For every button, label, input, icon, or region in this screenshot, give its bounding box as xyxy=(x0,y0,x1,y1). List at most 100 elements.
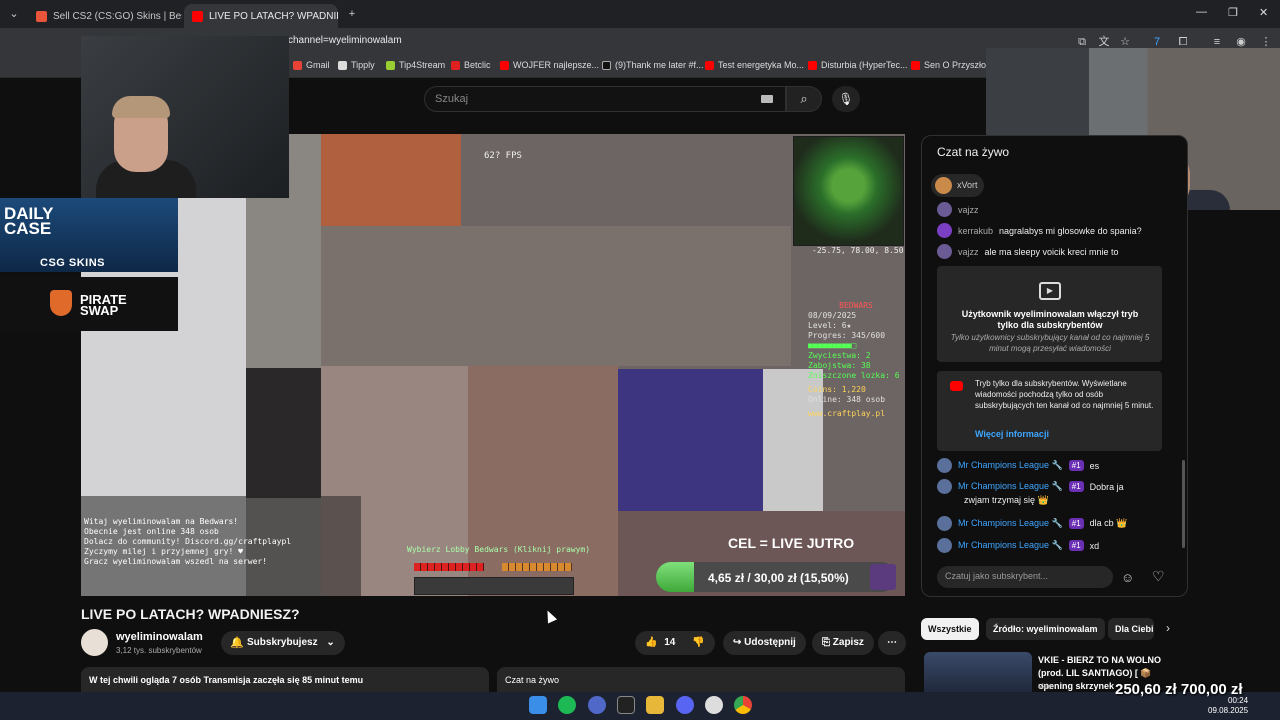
new-tab-button[interactable]: + xyxy=(344,6,360,22)
scoreboard-coins: Coins: 1,220 xyxy=(808,385,866,394)
keyboard-icon[interactable] xyxy=(761,95,773,103)
emoji-icon[interactable]: ☺ xyxy=(1121,570,1134,585)
youtube-icon xyxy=(911,60,920,70)
search-input[interactable]: Szukaj xyxy=(424,86,786,112)
member-badge: #1 xyxy=(1068,518,1084,529)
betclic-icon xyxy=(451,60,460,70)
app-icon[interactable] xyxy=(705,696,723,714)
scoreboard-progress-bar: ■■■■■■■■■□ xyxy=(808,341,857,350)
like-icon[interactable]: 👍 xyxy=(645,637,657,648)
scoreboard-wins: Zwyciestwa: 2 xyxy=(808,351,871,360)
heart-icon[interactable]: ♡ xyxy=(1152,568,1165,585)
fps-counter: 62? FPS xyxy=(484,151,522,161)
avatar xyxy=(937,538,952,553)
chevron-right-icon[interactable]: › xyxy=(1166,621,1170,635)
chat-scrollbar[interactable] xyxy=(1182,460,1185,548)
chat-message: Mr Champions League 🔧 #1 es xyxy=(937,458,1099,473)
donation-goal-icon xyxy=(870,564,896,590)
app-icon[interactable] xyxy=(588,696,606,714)
spotify-icon[interactable] xyxy=(558,696,576,714)
bookmark-disturbia[interactable]: Disturbia (HyperTec... xyxy=(808,60,908,70)
avatar xyxy=(937,458,952,473)
search-icon[interactable]: ⌕ xyxy=(786,86,822,112)
tab-sell-cs2[interactable]: Sell CS2 (CS:GO) Skins | Best CS ✕ xyxy=(28,4,182,28)
share-button[interactable]: ↪ Udostępnij xyxy=(723,631,806,655)
more-actions-button[interactable]: ⋯ xyxy=(878,631,906,655)
member-badge: #1 xyxy=(1068,540,1084,551)
goal-title: CEL = LIVE JUTRO xyxy=(728,535,855,551)
save-button[interactable]: ⎘ Zapisz xyxy=(812,631,874,655)
dislike-icon[interactable]: 👎 xyxy=(692,637,704,648)
bookmark-tiktok[interactable]: (9)Thank me later #f... xyxy=(602,60,704,70)
share-icon: ↪ xyxy=(733,637,745,648)
subscribed-button[interactable]: 🔔 Subskrybujesz ⌄ xyxy=(221,631,345,655)
tab-list-chevron-icon[interactable]: ⌄ xyxy=(6,6,22,22)
scoreboard-level: Level: 6★ xyxy=(808,321,852,330)
save-icon: ⎘ xyxy=(822,637,833,648)
chat-message: vajzz ale ma sleepy voicik kreci mnie to xyxy=(937,244,1119,259)
chat-message: Mr Champions League 🔧 #1 dla cb 👑 xyxy=(937,516,1127,531)
chip-for-you[interactable]: Dla Ciebi xyxy=(1108,618,1154,640)
recommendation-channel: vkie xyxy=(1038,682,1053,691)
video-floor-block xyxy=(468,366,618,596)
mouse-cursor xyxy=(542,608,558,624)
member-badge: #1 xyxy=(1068,460,1084,471)
play-box-icon: ▶ xyxy=(1039,282,1061,300)
more-info-link[interactable]: Więcej informacji xyxy=(975,429,1049,439)
chat-input[interactable]: Czatuj jako subskrybent... xyxy=(937,566,1113,588)
tiktok-icon xyxy=(602,60,611,70)
avatar xyxy=(937,223,952,238)
like-dislike-group: 👍 14 👎 xyxy=(635,631,715,655)
avatar xyxy=(937,244,952,259)
bookmark-betclic[interactable]: Betclic xyxy=(451,60,491,70)
minimize-icon[interactable]: — xyxy=(1196,6,1207,18)
maximize-icon[interactable]: ❐ xyxy=(1228,6,1238,19)
subscriber-info-text: Tryb tylko dla subskrybentów. Wyświetlan… xyxy=(975,379,1154,410)
bookmark-tipply[interactable]: Tipply xyxy=(338,60,375,70)
bookmark-gmail[interactable]: Gmail xyxy=(293,60,330,70)
channel-subscribers: 3,12 tys. subskrybentów xyxy=(116,646,202,655)
scoreboard-title: BEDWARS xyxy=(839,301,873,310)
webcam-headphones xyxy=(112,96,170,118)
youtube-icon xyxy=(500,60,509,70)
chrome-icon[interactable] xyxy=(734,696,752,714)
youtube-favicon-icon xyxy=(192,10,203,22)
close-window-icon[interactable]: ✕ xyxy=(1259,6,1268,19)
tipply-icon xyxy=(338,60,347,70)
file-explorer-icon[interactable] xyxy=(646,696,664,714)
chat-message: kerrakub nagralabys mi glosowke do spania… xyxy=(937,223,1142,238)
video-orange-block xyxy=(321,134,461,226)
bookmark-tip4stream[interactable]: Tip4Stream xyxy=(386,60,445,70)
pirate-swap-text: PIRATE SWAP xyxy=(80,292,127,318)
video-purple-block xyxy=(618,369,763,511)
chip-all[interactable]: Wszystkie xyxy=(921,618,979,640)
chip-source[interactable]: Źródło: wyeliminowalam xyxy=(986,618,1105,640)
microphone-icon[interactable]: 🎙 xyxy=(832,86,860,112)
avatar xyxy=(935,177,952,194)
windows-start-icon[interactable] xyxy=(529,696,547,714)
discord-icon[interactable] xyxy=(676,696,694,714)
scoreboard-date: 08/09/2025 xyxy=(808,311,857,320)
tab-favicon-icon xyxy=(36,10,47,22)
avatar xyxy=(937,202,952,217)
chat-message: Mr Champions League 🔧 #1 Dobra ja xyxy=(937,479,1124,494)
bookmark-test-energetyka[interactable]: Test energetyka Mo... xyxy=(705,60,804,70)
scoreboard-site: www.craftplay.pl xyxy=(808,409,886,418)
like-count: 14 xyxy=(664,637,676,648)
donation-goal-text: 4,65 zł / 30,00 zł (15,50%) xyxy=(708,571,849,585)
channel-avatar[interactable] xyxy=(81,629,108,656)
minimap xyxy=(793,136,904,246)
tab-live-stream[interactable]: LIVE PO LATACH? WPADNIE ✕ xyxy=(184,4,338,28)
channel-name[interactable]: wyeliminowalam xyxy=(116,631,203,643)
address-bar[interactable]: channel=wyeliminowalam xyxy=(288,35,402,46)
chat-title: Czat na żywo xyxy=(937,145,1010,159)
hotbar-item-label: Wybierz Lobby Bedwars (Kliknij prawym) xyxy=(407,545,591,554)
tip4stream-icon xyxy=(386,60,395,70)
bookmark-sen[interactable]: Sen O Przyszłości xyxy=(911,60,997,70)
epic-games-icon[interactable] xyxy=(617,696,635,714)
food-bar xyxy=(502,563,572,571)
bookmark-wojfer[interactable]: WOJFER najlepsze... xyxy=(500,60,599,70)
coordinates: -25.75, 78.00, 8.50 xyxy=(812,246,904,255)
csgo-skins-logo: CSG SKINS xyxy=(40,257,106,269)
chat-message: vajzz xyxy=(937,202,979,217)
